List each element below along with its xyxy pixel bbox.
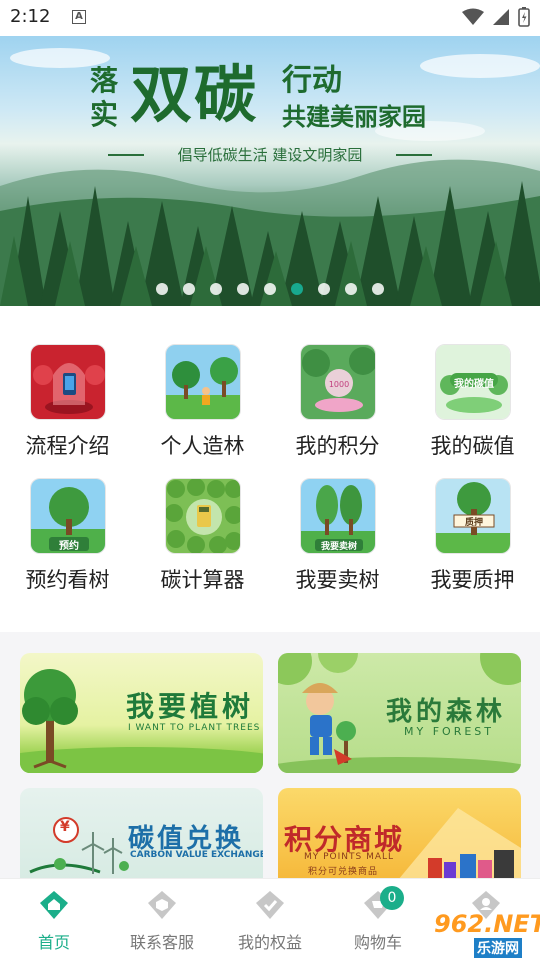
nav-home[interactable]: 首页 (0, 879, 108, 960)
carousel-dot[interactable] (318, 283, 330, 295)
carousel-dot[interactable] (291, 283, 303, 295)
card-title: 我的森林 (386, 697, 507, 727)
banner-subtitle: 倡导低碳生活 建设文明家园 (108, 144, 432, 165)
planting-tree-icon (165, 344, 241, 420)
status-time: 2:12 (10, 6, 51, 27)
feature-grid: 流程介绍 个人造林 1000 我的积分 我的碳值 我的碳值 预约 预约看树 碳计… (0, 306, 540, 632)
rights-icon (256, 891, 284, 919)
card-subtitle: MY FOREST (404, 725, 494, 738)
carousel-dot[interactable] (264, 283, 276, 295)
grid-icon-caption: 我要卖树 (320, 542, 357, 552)
points-pedestal-icon: 1000 (300, 344, 376, 420)
notification-a-icon: A (72, 10, 86, 24)
status-icons (462, 7, 530, 27)
watermark-text: 962.NET (434, 910, 540, 938)
pledge-tree-icon: 质押 (435, 478, 511, 554)
nav-customer-service[interactable]: 联系客服 (108, 879, 216, 960)
plant-trees-card[interactable]: 我要植树 I WANT TO PLANT TREES (20, 653, 263, 773)
grid-icon-caption: 预约 (59, 541, 79, 552)
carousel-dots (0, 283, 540, 295)
wifi-icon (462, 8, 484, 25)
my-forest-card[interactable]: 我的森林 MY FOREST (278, 653, 521, 773)
nav-label: 首页 (37, 933, 70, 952)
calculator-icon (165, 478, 241, 554)
grid-item-my-carbon-value[interactable]: 我的碳值 我的碳值 (405, 306, 540, 458)
signal-icon (493, 9, 509, 25)
banner-title-r2: 共建美丽家园 (282, 102, 426, 131)
carbon-value-icon: 我的碳值 (435, 344, 511, 420)
cart-badge: 0 (380, 886, 404, 910)
banner-title-r1: 行动 (282, 63, 342, 98)
nav-my-rights[interactable]: 我的权益 (216, 879, 324, 960)
grid-icon-caption: 我的碳值 (454, 379, 494, 390)
card-subtitle: MY POINTS MALL (304, 852, 395, 862)
grid-item-pledge[interactable]: 质押 我要质押 (405, 440, 540, 592)
grid-label: 我要质押 (430, 568, 515, 592)
card-note: 积分可兑换商品 (308, 867, 379, 877)
phone-in-dome-icon (30, 344, 106, 420)
sell-tree-icon: 我要卖树 (300, 478, 376, 554)
grid-item-my-points[interactable]: 1000 我的积分 (270, 306, 405, 458)
battery-icon (518, 7, 530, 27)
carbon-exchange-card[interactable]: ¥ 碳值兑换 CARBON VALUE EXCHANGE (20, 788, 263, 880)
grid-label: 碳计算器 (160, 568, 245, 592)
site-watermark: 962.NET 乐游网 (404, 908, 540, 958)
currency-icon: ¥ (60, 819, 70, 835)
reserve-tree-icon: 预约 (30, 478, 106, 554)
grid-label: 我要卖树 (295, 568, 380, 592)
card-subtitle: I WANT TO PLANT TREES (128, 723, 261, 733)
grid-item-personal-forestation[interactable]: 个人造林 (135, 306, 270, 458)
card-subtitle: CARBON VALUE EXCHANGE (130, 850, 263, 860)
watermark-subtext: 乐游网 (474, 938, 522, 958)
banner-title-main: 双碳 (130, 58, 259, 131)
nav-label: 联系客服 (129, 933, 194, 952)
carousel-dot[interactable] (183, 283, 195, 295)
carousel-dot[interactable] (372, 283, 384, 295)
banner-carousel[interactable]: 落 实 双碳 行动 共建美丽家园 倡导低碳生活 建设文明家园 (0, 36, 540, 306)
banner-title-side: 落 实 (90, 64, 119, 131)
customer-service-icon (148, 891, 176, 919)
carousel-dot[interactable] (156, 283, 168, 295)
nav-label: 我的权益 (237, 933, 302, 952)
grid-item-process-intro[interactable]: 流程介绍 (0, 306, 135, 458)
grid-icon-caption: 质押 (464, 518, 483, 528)
status-bar: 2:12 A (0, 0, 540, 36)
carousel-dot[interactable] (210, 283, 222, 295)
carousel-dot[interactable] (345, 283, 357, 295)
grid-label: 预约看树 (25, 568, 110, 592)
card-title: 我要植树 (126, 690, 255, 723)
svg-text:1000: 1000 (329, 380, 349, 389)
carousel-dot[interactable] (237, 283, 249, 295)
points-mall-card[interactable]: 积分商城 MY POINTS MALL 积分可兑换商品 (278, 788, 521, 880)
home-icon (40, 891, 68, 919)
grid-item-reserve-tree[interactable]: 预约 预约看树 (0, 440, 135, 592)
grid-item-sell-tree[interactable]: 我要卖树 我要卖树 (270, 440, 405, 592)
grid-item-carbon-calculator[interactable]: 碳计算器 (135, 440, 270, 592)
forest-landscape (0, 48, 540, 306)
